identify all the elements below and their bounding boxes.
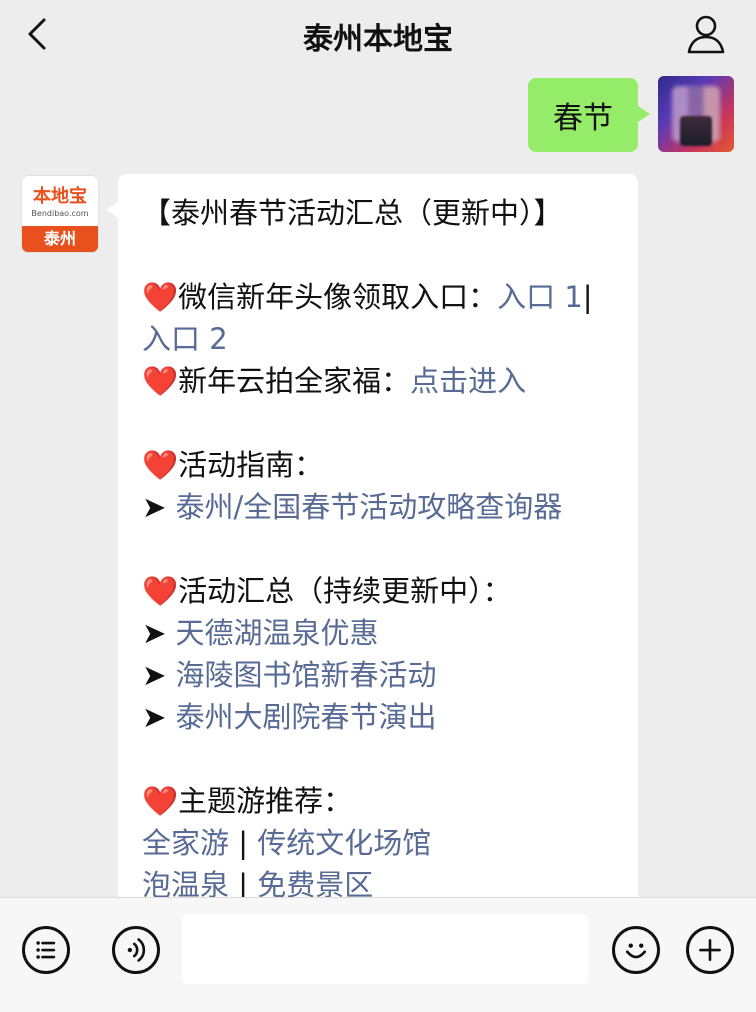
- menu-list-icon[interactable]: [22, 926, 70, 974]
- plus-icon[interactable]: [686, 926, 734, 974]
- brand-site-text: Bendibao.com: [31, 209, 89, 218]
- separator: |: [582, 280, 593, 314]
- user-icon[interactable]: [684, 12, 728, 56]
- incoming-message-bubble: 【泰州春节活动汇总（更新中）】 ❤️微信新年头像领取入口：入口 1| 入口 2 …: [106, 174, 638, 914]
- official-account-avatar[interactable]: 本地宝 Bendibao.com 泰州: [22, 176, 98, 252]
- message-title: 【泰州春节活动汇总（更新中）】: [142, 196, 563, 230]
- theme-tour-heading: 主题游推荐：: [178, 784, 353, 818]
- outgoing-message-text: 春节: [553, 101, 613, 136]
- summary-link-2[interactable]: 海陵图书馆新春活动: [176, 658, 437, 692]
- arrow-icon: ➤: [142, 658, 167, 692]
- summary-heading: 活动汇总（持续更新中）：: [178, 574, 512, 608]
- theme-link-family[interactable]: 全家游: [142, 826, 229, 860]
- incoming-message-body: 【泰州春节活动汇总（更新中）】 ❤️微信新年头像领取入口：入口 1| 入口 2 …: [142, 192, 622, 906]
- theme-link-culture[interactable]: 传统文化场馆: [257, 826, 431, 860]
- message-input[interactable]: [182, 914, 588, 984]
- section-heading: ❤️活动汇总（持续更新中）：: [142, 570, 622, 612]
- list-item: ➤ 海陵图书馆新春活动: [142, 654, 622, 696]
- outgoing-message-bubble[interactable]: 春节: [528, 78, 650, 152]
- list-item: ➤ 天德湖温泉优惠: [142, 612, 622, 654]
- voice-icon[interactable]: [112, 926, 160, 974]
- page-title: 泰州本地宝: [303, 22, 453, 57]
- heart-icon: ❤️: [142, 784, 179, 818]
- entry-label: 微信新年头像领取入口：: [178, 280, 498, 314]
- family-photo-link[interactable]: 点击进入: [410, 364, 526, 398]
- list-item: ❤️新年云拍全家福：点击进入: [142, 360, 622, 402]
- summary-link-1[interactable]: 天德湖温泉优惠: [176, 616, 379, 650]
- list-item: 全家游 | 传统文化场馆: [142, 822, 622, 864]
- guide-link[interactable]: 泰州/全国春节活动攻略查询器: [176, 490, 563, 524]
- arrow-icon: ➤: [142, 700, 167, 734]
- separator: |: [229, 826, 258, 860]
- guide-heading: 活动指南：: [178, 448, 324, 482]
- entry-link-2[interactable]: 入口 2: [142, 322, 228, 356]
- heart-icon: ❤️: [142, 280, 179, 314]
- heart-icon: ❤️: [142, 574, 179, 608]
- list-item: ❤️微信新年头像领取入口：入口 1|: [142, 276, 622, 318]
- entry-link-1[interactable]: 入口 1: [497, 280, 583, 314]
- chat-input-bar: [0, 897, 756, 1012]
- brand-city-text: 泰州: [22, 226, 98, 252]
- brand-logo-text: 本地宝: [33, 186, 87, 207]
- heart-icon: ❤️: [142, 448, 179, 482]
- arrow-icon: ➤: [142, 490, 167, 524]
- family-photo-label: 新年云拍全家福：: [178, 364, 411, 398]
- list-item: ➤ 泰州大剧院春节演出: [142, 696, 622, 738]
- list-item: ➤ 泰州/全国春节活动攻略查询器: [142, 486, 622, 528]
- arrow-icon: ➤: [142, 616, 167, 650]
- avatar-mosaic-lower: [680, 116, 712, 146]
- navigation-bar: 泰州本地宝: [0, 0, 756, 66]
- user-avatar[interactable]: [658, 76, 734, 152]
- heart-icon: ❤️: [142, 364, 179, 398]
- list-item: 入口 2: [142, 318, 622, 360]
- section-heading: ❤️活动指南：: [142, 444, 622, 486]
- summary-link-3[interactable]: 泰州大剧院春节演出: [176, 700, 437, 734]
- section-heading: ❤️主题游推荐：: [142, 780, 622, 822]
- emoji-icon[interactable]: [612, 926, 660, 974]
